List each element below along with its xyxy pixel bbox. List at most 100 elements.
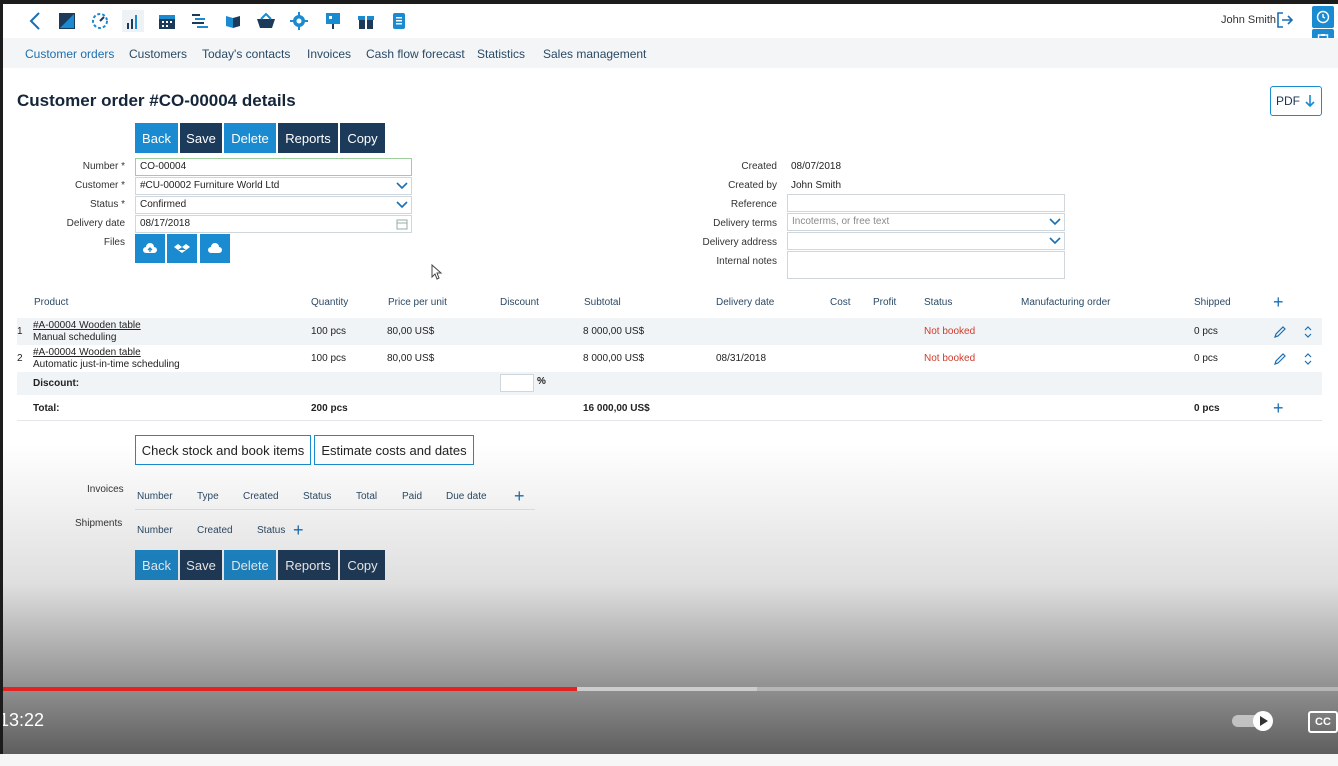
product-link[interactable]: #A-00004 Wooden table <box>33 320 141 331</box>
reports-button[interactable]: Reports <box>278 123 338 153</box>
autoplay-toggle[interactable] <box>1230 710 1276 732</box>
nav-cash-flow-forecast[interactable]: Cash flow forecast <box>366 47 465 61</box>
product-scheduling: Automatic just-in-time scheduling <box>33 359 180 370</box>
invoices-label: Invoices <box>87 484 124 495</box>
add-row-plus-icon[interactable]: + <box>1273 293 1284 311</box>
closed-captions-button[interactable]: CC <box>1308 711 1338 733</box>
dropbox-button[interactable] <box>167 234 197 263</box>
customer-select[interactable]: #CU-00002 Furniture World Ltd <box>135 177 412 195</box>
dropbox-icon <box>174 243 190 253</box>
col-header-status: Status <box>924 297 953 308</box>
edit-pencil-icon[interactable] <box>1273 325 1287 339</box>
nav-sales-management[interactable]: Sales management <box>543 47 646 61</box>
pdf-label: PDF <box>1276 94 1300 108</box>
cloud-upload-icon <box>143 242 157 253</box>
edit-pencil-icon[interactable] <box>1273 352 1287 366</box>
row-subtotal: 8 000,00 US$ <box>583 326 645 337</box>
product-link[interactable]: #A-00004 Wooden table <box>33 347 141 358</box>
reorder-handle-icon[interactable] <box>1303 351 1313 367</box>
presentation-icon[interactable] <box>322 10 344 32</box>
calendar-icon[interactable] <box>395 217 409 231</box>
number-field[interactable]: CO-00004 <box>135 158 412 176</box>
reference-field[interactable] <box>787 194 1065 212</box>
total-label: Total: <box>33 403 60 414</box>
copy-button[interactable]: Copy <box>340 123 385 153</box>
gantt-icon[interactable] <box>189 10 211 32</box>
book-icon[interactable] <box>222 10 244 32</box>
bar-chart-icon[interactable] <box>122 10 144 32</box>
back-button-bottom[interactable]: Back <box>135 550 178 580</box>
row-shipped: 0 pcs <box>1194 353 1218 364</box>
col-header-quantity: Quantity <box>311 297 349 308</box>
mouse-cursor-icon <box>431 264 443 280</box>
col-header-price: Price per unit <box>388 297 447 308</box>
add-shipment-plus-icon[interactable]: + <box>293 521 304 539</box>
reports-button-bottom[interactable]: Reports <box>278 550 338 580</box>
col-header-cost: Cost <box>830 297 851 308</box>
reorder-handle-icon[interactable] <box>1303 324 1313 340</box>
pdf-download-button[interactable]: PDF <box>1270 86 1322 116</box>
module-nav: Customer orders Customers Today's contac… <box>3 38 1338 68</box>
app-window: John Smith Customer orders Customers Tod… <box>3 4 1338 754</box>
estimate-costs-button[interactable]: Estimate costs and dates <box>314 435 474 465</box>
nav-customer-orders[interactable]: Customer orders <box>25 47 114 61</box>
user-name[interactable]: John Smith <box>1221 14 1276 26</box>
divider <box>135 509 535 510</box>
delivery-date-field[interactable]: 08/17/2018 <box>135 215 412 233</box>
row-quantity: 100 pcs <box>311 326 347 337</box>
col-header-manufacturing-order: Manufacturing order <box>1021 297 1111 308</box>
video-progress-bar[interactable] <box>3 687 1338 691</box>
discount-input[interactable] <box>500 374 534 392</box>
delivery-address-select[interactable] <box>787 232 1065 250</box>
save-button[interactable]: Save <box>180 123 222 153</box>
delete-button[interactable]: Delete <box>224 123 276 153</box>
col-header-delivery-date: Delivery date <box>716 297 775 308</box>
gift-icon[interactable] <box>355 10 377 32</box>
back-button[interactable]: Back <box>135 123 178 153</box>
col-header-shipped: Shipped <box>1194 297 1231 308</box>
row-index: 1 <box>17 326 23 337</box>
nav-todays-contacts[interactable]: Today's contacts <box>202 47 290 61</box>
delivery-terms-field[interactable]: Incoterms, or free text <box>787 213 1065 231</box>
copy-button-bottom[interactable]: Copy <box>340 550 385 580</box>
delivery-terms-placeholder: Incoterms, or free text <box>792 216 890 227</box>
chevron-down-icon <box>1049 218 1061 226</box>
add-item-plus-icon[interactable]: + <box>1273 399 1284 417</box>
status-label: Status * <box>89 199 125 210</box>
cloud-storage-button[interactable] <box>200 234 230 263</box>
invoice-col-created: Created <box>243 491 279 502</box>
logout-icon[interactable] <box>1276 11 1294 34</box>
nav-statistics[interactable]: Statistics <box>477 47 525 61</box>
chevron-down-icon <box>1049 237 1061 245</box>
delivery-address-label: Delivery address <box>702 237 777 248</box>
edit-square-icon[interactable] <box>56 10 78 32</box>
discount-label: Discount: <box>33 378 80 389</box>
shipment-col-status: Status <box>257 525 286 536</box>
back-chevron-icon[interactable] <box>24 10 46 32</box>
basket-icon[interactable] <box>255 10 277 32</box>
upload-file-button[interactable] <box>135 234 165 263</box>
add-invoice-plus-icon[interactable]: + <box>514 487 525 505</box>
row-shipped: 0 pcs <box>1194 326 1218 337</box>
shipments-label: Shipments <box>75 518 123 529</box>
clock-icon[interactable] <box>1312 6 1334 28</box>
col-header-discount: Discount <box>500 297 539 308</box>
internal-notes-textarea[interactable] <box>787 251 1065 279</box>
document-icon[interactable] <box>388 10 410 32</box>
status-select[interactable]: Confirmed <box>135 196 412 214</box>
calendar-icon[interactable] <box>156 10 178 32</box>
row-quantity: 100 pcs <box>311 353 347 364</box>
chevron-down-icon <box>396 201 408 209</box>
customer-label: Customer * <box>74 180 125 191</box>
save-button-bottom[interactable]: Save <box>180 550 222 580</box>
delete-button-bottom[interactable]: Delete <box>224 550 276 580</box>
nav-invoices[interactable]: Invoices <box>307 47 351 61</box>
check-stock-button[interactable]: Check stock and book items <box>135 435 311 465</box>
main-toolbar: John Smith <box>3 4 1338 51</box>
internal-notes-label: Internal notes <box>716 256 777 267</box>
table-row <box>17 345 1322 372</box>
nav-customers[interactable]: Customers <box>129 47 187 61</box>
dashboard-gauge-icon[interactable] <box>89 10 111 32</box>
reference-label: Reference <box>730 199 777 210</box>
settings-icon[interactable] <box>288 10 310 32</box>
